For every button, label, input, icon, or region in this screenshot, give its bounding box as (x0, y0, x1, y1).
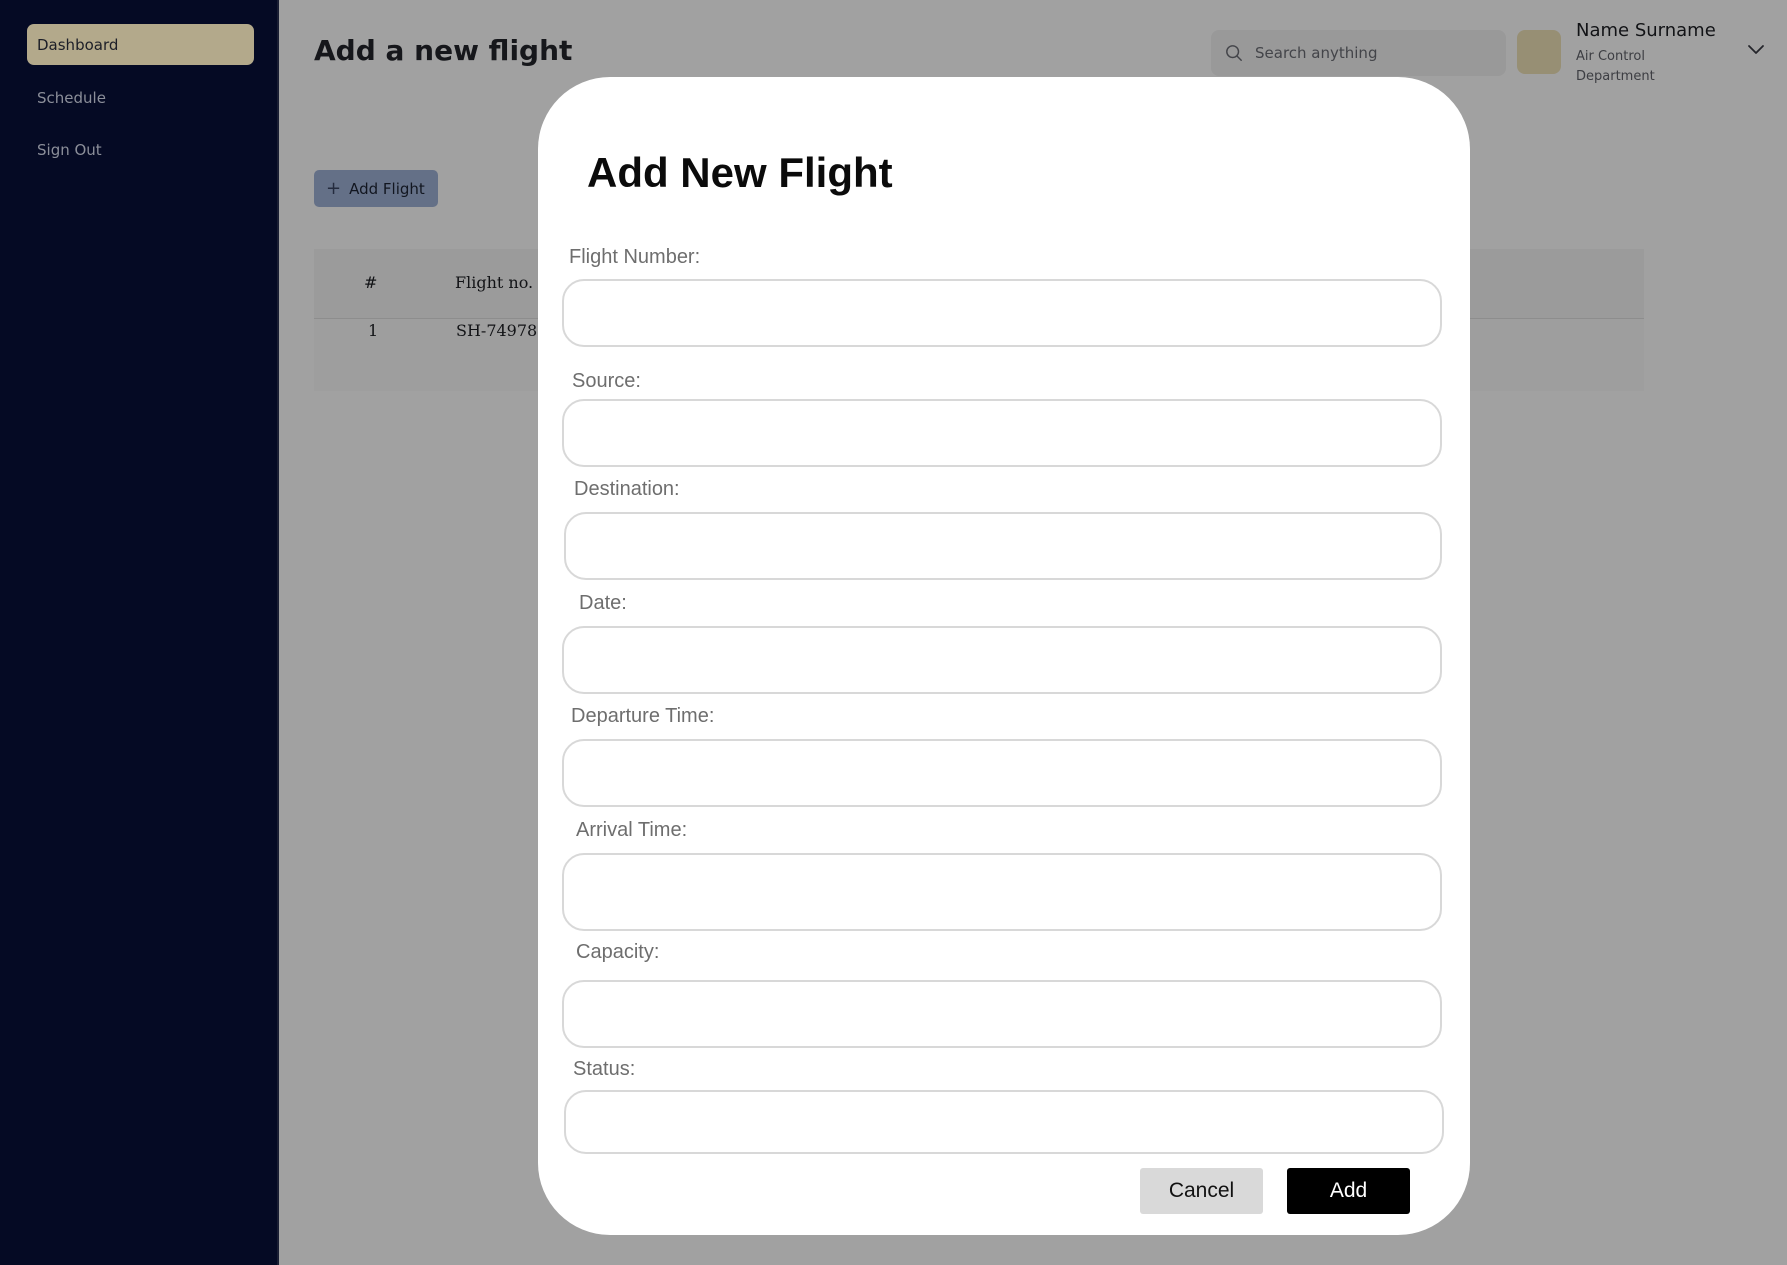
capacity-field[interactable] (562, 980, 1442, 1048)
capacity-label: Capacity: (576, 941, 660, 963)
add-flight-modal: Add New Flight Flight Number: Source: De… (538, 77, 1470, 1235)
sidebar: Dashboard Schedule Sign Out (0, 0, 279, 1265)
sidebar-item-sign-out[interactable]: Sign Out (27, 129, 254, 170)
destination-field[interactable] (564, 512, 1442, 580)
add-button[interactable]: Add (1287, 1168, 1410, 1214)
departure-time-field[interactable] (562, 739, 1442, 807)
source-field[interactable] (562, 399, 1442, 467)
date-label: Date: (579, 592, 627, 614)
source-label: Source: (572, 370, 641, 392)
departure-time-label: Departure Time: (571, 705, 715, 727)
date-field[interactable] (562, 626, 1442, 694)
sidebar-item-schedule[interactable]: Schedule (27, 77, 254, 118)
destination-label: Destination: (574, 478, 680, 500)
arrival-time-label: Arrival Time: (576, 819, 688, 841)
status-label: Status: (573, 1058, 636, 1080)
flight-number-field[interactable] (562, 279, 1442, 347)
modal-title: Add New Flight (587, 149, 893, 196)
sidebar-item-dashboard[interactable]: Dashboard (27, 24, 254, 65)
flight-number-label: Flight Number: (569, 246, 701, 268)
arrival-time-field[interactable] (562, 853, 1442, 931)
status-field[interactable] (564, 1090, 1444, 1154)
cancel-button[interactable]: Cancel (1140, 1168, 1263, 1214)
